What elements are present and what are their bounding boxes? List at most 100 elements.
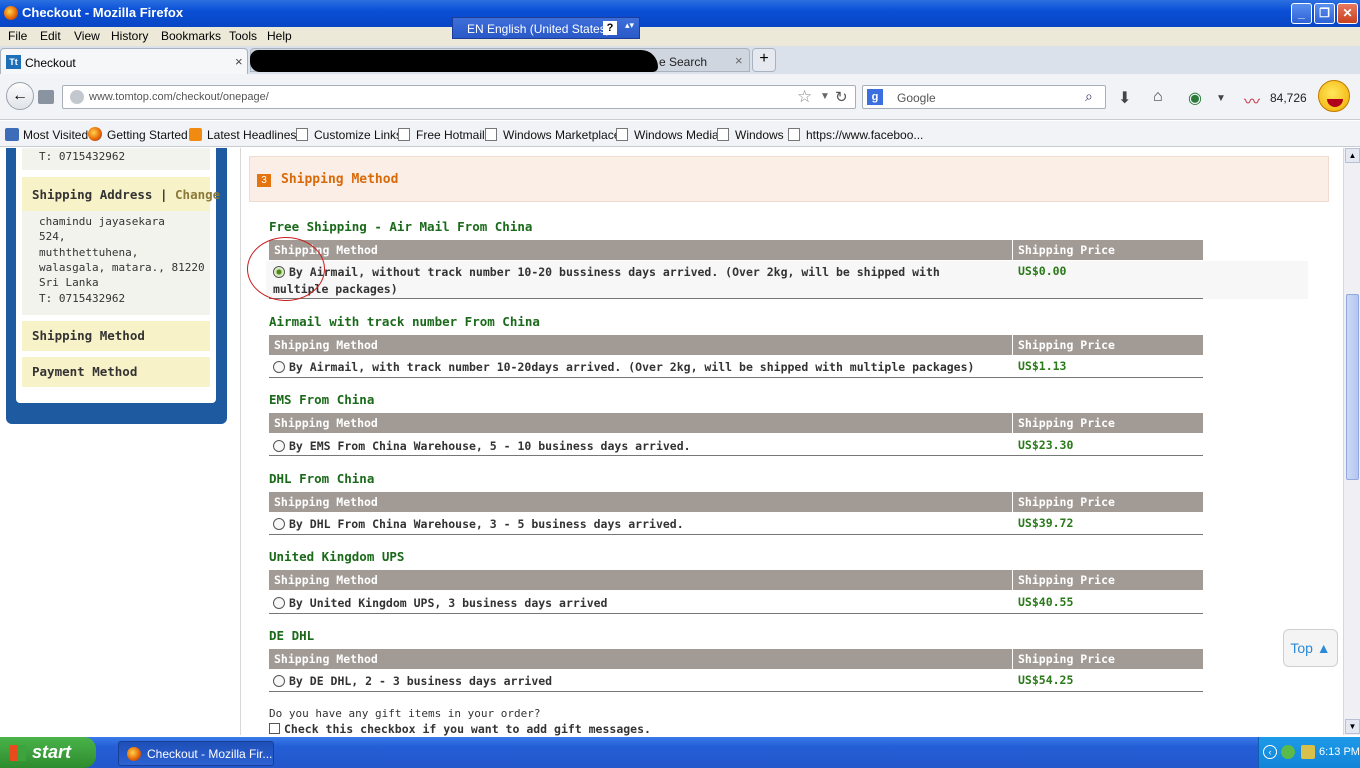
start-label: start bbox=[32, 742, 72, 762]
page-icon bbox=[398, 128, 410, 141]
address-bar[interactable]: www.tomtop.com/checkout/onepage/ ☆ ▼ ↻ bbox=[62, 85, 856, 109]
menu-tools[interactable]: Tools bbox=[229, 29, 257, 43]
stats-graph-icon[interactable]: 〰 bbox=[1244, 88, 1260, 112]
firefox-icon bbox=[88, 127, 102, 141]
price-column-header: Shipping Price bbox=[1018, 495, 1115, 509]
shipping-option-row[interactable]: By United Kingdom UPS, 3 business days a… bbox=[269, 591, 1203, 614]
sidebar-item-payment-method[interactable]: Payment Method bbox=[22, 357, 210, 387]
scroll-thumb[interactable] bbox=[1346, 294, 1359, 480]
shipping-option-label: By DE DHL, 2 - 3 business days arrived bbox=[289, 674, 553, 688]
shipping-option-row[interactable]: By DHL From China Warehouse, 3 - 5 busin… bbox=[269, 512, 1203, 535]
shipping-address-card: Shipping Address | Change chamindu jayas… bbox=[22, 177, 220, 315]
gift-message-checkbox[interactable]: Check this checkbox if you want to add g… bbox=[269, 722, 651, 736]
menu-edit[interactable]: Edit bbox=[40, 29, 61, 43]
shipping-option-radio[interactable] bbox=[273, 440, 285, 452]
library-icon[interactable] bbox=[38, 90, 54, 104]
google-icon[interactable]: g bbox=[867, 89, 883, 105]
history-dropdown-icon[interactable]: ▼ bbox=[820, 91, 830, 102]
checkbox-icon[interactable] bbox=[269, 723, 280, 734]
group-title: Free Shipping - Air Mail From China bbox=[269, 219, 533, 234]
scroll-down-icon[interactable]: ▼ bbox=[1345, 719, 1360, 734]
bookmark-facebook[interactable]: https://www.faceboo... bbox=[806, 128, 923, 142]
menu-help[interactable]: Help bbox=[267, 29, 292, 43]
table-header: Shipping Method Shipping Price bbox=[269, 492, 1203, 512]
tab-close-icon[interactable]: × bbox=[735, 53, 743, 68]
group-title: DHL From China bbox=[269, 471, 375, 486]
help-icon[interactable]: ? bbox=[603, 21, 617, 35]
change-link[interactable]: Change bbox=[175, 187, 220, 202]
shipping-option-row[interactable]: By Airmail, without track number 10-20 b… bbox=[269, 260, 1203, 299]
clock: 6:13 PM bbox=[1319, 746, 1360, 758]
addon-globe-icon[interactable]: ◉ bbox=[1188, 88, 1202, 108]
menu-history[interactable]: History bbox=[111, 29, 148, 43]
table-header: Shipping Method Shipping Price bbox=[269, 649, 1203, 669]
tray-expand-icon[interactable]: ‹ bbox=[1263, 745, 1277, 759]
bookmark-most-visited[interactable]: Most Visited bbox=[23, 128, 88, 142]
shipping-option-radio[interactable] bbox=[273, 518, 285, 530]
tray-app-icon[interactable] bbox=[1301, 745, 1315, 759]
taskbar-item-firefox[interactable]: Checkout - Mozilla Fir... bbox=[118, 741, 274, 766]
shipping-option-radio[interactable] bbox=[273, 675, 285, 687]
home-icon[interactable]: ⌂ bbox=[1153, 88, 1163, 106]
menu-bar: File Edit View History Bookmarks Tools H… bbox=[0, 27, 1360, 46]
shipping-price: US$0.00 bbox=[1018, 264, 1067, 278]
table-header: Shipping Method Shipping Price bbox=[269, 413, 1203, 433]
addon-counter: 84,726 bbox=[1270, 91, 1307, 105]
system-tray: ‹ 6:13 PM bbox=[1258, 737, 1360, 768]
tab-checkout[interactable]: Tt Checkout × bbox=[0, 48, 248, 74]
shipping-option-label: By Airmail, without track number 10-20 b… bbox=[273, 265, 940, 296]
shipping-option-radio[interactable] bbox=[273, 597, 285, 609]
tab-label: e Search bbox=[659, 55, 708, 69]
close-button[interactable]: ✕ bbox=[1337, 3, 1358, 24]
search-icon[interactable]: ⌕ bbox=[1085, 88, 1093, 105]
tomtop-favicon: Tt bbox=[6, 55, 21, 69]
menu-bookmarks[interactable]: Bookmarks bbox=[161, 29, 221, 43]
bookmark-windows-media[interactable]: Windows Media bbox=[634, 128, 719, 142]
tray-network-icon[interactable] bbox=[1281, 745, 1295, 759]
maximize-button[interactable]: ❐ bbox=[1314, 3, 1335, 24]
url-text[interactable]: www.tomtop.com/checkout/onepage/ bbox=[89, 91, 269, 103]
bookmark-windows-marketplace[interactable]: Windows Marketplace bbox=[503, 128, 620, 142]
vertical-scrollbar[interactable]: ▲ ▼ bbox=[1343, 148, 1360, 735]
addon-dropdown-icon[interactable]: ▼ bbox=[1216, 93, 1226, 104]
options-icon[interactable]: ▴▾ bbox=[625, 20, 634, 31]
top-label: Top bbox=[1290, 640, 1313, 656]
back-to-top-button[interactable]: Top ▲ bbox=[1283, 629, 1338, 667]
bookmark-star-icon[interactable]: ☆ bbox=[797, 87, 812, 107]
shipping-option-row[interactable]: By Airmail, with track number 10-20days … bbox=[269, 355, 1203, 378]
scroll-up-icon[interactable]: ▲ bbox=[1345, 148, 1360, 163]
page-icon bbox=[717, 128, 729, 141]
sidebar-item-shipping-method[interactable]: Shipping Method bbox=[22, 321, 210, 351]
bookmark-getting-started[interactable]: Getting Started bbox=[107, 128, 188, 142]
reload-icon[interactable]: ↻ bbox=[835, 88, 848, 106]
start-button[interactable]: start bbox=[0, 737, 96, 768]
new-tab-button[interactable]: + bbox=[752, 48, 776, 72]
download-icon[interactable]: ⬇ bbox=[1118, 88, 1131, 108]
back-button[interactable]: ← bbox=[6, 82, 34, 110]
tab-close-icon[interactable]: × bbox=[235, 54, 243, 69]
price-column-header: Shipping Price bbox=[1018, 243, 1115, 257]
language-bar[interactable]: EN English (United States) ? ▴▾ bbox=[452, 17, 640, 39]
annotation-circle bbox=[247, 237, 325, 301]
menu-view[interactable]: View bbox=[74, 29, 100, 43]
shipping-option-row[interactable]: By DE DHL, 2 - 3 business days arrived U… bbox=[269, 669, 1203, 692]
bookmark-latest-headlines[interactable]: Latest Headlines bbox=[207, 128, 296, 142]
menu-file[interactable]: File bbox=[8, 29, 27, 43]
gift-question: Do you have any gift items in your order… bbox=[269, 707, 541, 720]
table-header: Shipping Method Shipping Price bbox=[269, 240, 1203, 260]
search-bar[interactable]: g Google ⌕ bbox=[862, 85, 1106, 109]
method-column-header: Shipping Method bbox=[274, 495, 378, 509]
search-placeholder: Google bbox=[897, 91, 936, 105]
smiley-addon-icon[interactable] bbox=[1318, 80, 1350, 112]
shipping-option-radio[interactable] bbox=[273, 361, 285, 373]
address-line: walasgala, matara., 81220 bbox=[39, 261, 205, 274]
minimize-button[interactable]: _ bbox=[1291, 3, 1312, 24]
bookmark-free-hotmail[interactable]: Free Hotmail bbox=[416, 128, 485, 142]
shipping-option-row[interactable]: By EMS From China Warehouse, 5 - 10 busi… bbox=[269, 434, 1203, 456]
address-line: Sri Lanka bbox=[39, 276, 99, 289]
address-line: muththettuhena, bbox=[39, 246, 139, 259]
bookmark-windows[interactable]: Windows bbox=[735, 128, 784, 142]
most-visited-icon bbox=[5, 128, 19, 141]
bookmark-customize-links[interactable]: Customize Links bbox=[314, 128, 402, 142]
taskbar-item-label: Checkout - Mozilla Fir... bbox=[147, 747, 273, 761]
